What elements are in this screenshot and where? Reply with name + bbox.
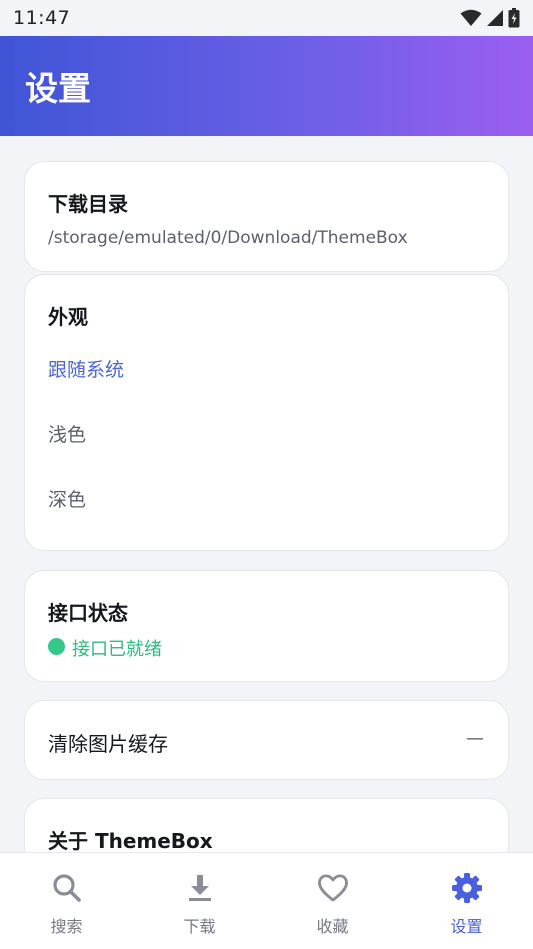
gear-icon — [451, 873, 482, 903]
nav-item-favorites[interactable]: 收藏 — [266, 853, 399, 949]
clear-cache-card[interactable]: 清除图片缓存 — — [24, 700, 509, 780]
battery-icon — [508, 8, 520, 28]
download-icon — [188, 875, 211, 901]
cache-size-value: — — [466, 728, 484, 749]
clear-cache-label: 清除图片缓存 — [48, 732, 168, 756]
api-status-text: 接口已就绪 — [72, 639, 162, 660]
download-directory-card[interactable]: 下载目录 /storage/emulated/0/Download/ThemeB… — [24, 161, 509, 272]
nav-item-settings[interactable]: 设置 — [400, 853, 533, 949]
nav-item-download[interactable]: 下载 — [133, 853, 266, 949]
heart-icon — [317, 874, 348, 902]
download-directory-title: 下载目录 — [48, 192, 128, 216]
theme-option-system[interactable]: 跟随系统 — [48, 355, 124, 382]
nav-item-search[interactable]: 搜索 — [0, 853, 133, 949]
wifi-icon — [460, 9, 482, 26]
theme-option-dark[interactable]: 深色 — [48, 485, 86, 512]
nav-label-search: 搜索 — [50, 917, 83, 936]
status-icons — [460, 8, 520, 28]
status-time: 11:47 — [13, 7, 71, 29]
nav-label-settings: 设置 — [450, 917, 483, 936]
api-status-card: 接口状态 接口已就绪 — [24, 570, 509, 682]
nav-label-download: 下载 — [183, 917, 216, 936]
appearance-card: 外观 跟随系统 浅色 深色 — [24, 274, 509, 551]
nav-label-favorites: 收藏 — [316, 917, 349, 936]
signal-icon — [487, 10, 503, 26]
app-header: 设置 — [0, 36, 533, 136]
page-title: 设置 — [25, 69, 91, 108]
appearance-title: 外观 — [48, 305, 88, 329]
status-dot-icon — [48, 638, 65, 655]
api-status-title: 接口状态 — [48, 601, 128, 625]
theme-option-light[interactable]: 浅色 — [48, 420, 86, 447]
search-icon — [52, 874, 81, 902]
download-directory-path: /storage/emulated/0/Download/ThemeBox — [48, 228, 408, 248]
about-title: 关于 ThemeBox — [48, 829, 213, 853]
bottom-navigation: 搜索 下载 收藏 设置 — [0, 852, 533, 949]
status-bar: 11:47 — [0, 0, 533, 36]
